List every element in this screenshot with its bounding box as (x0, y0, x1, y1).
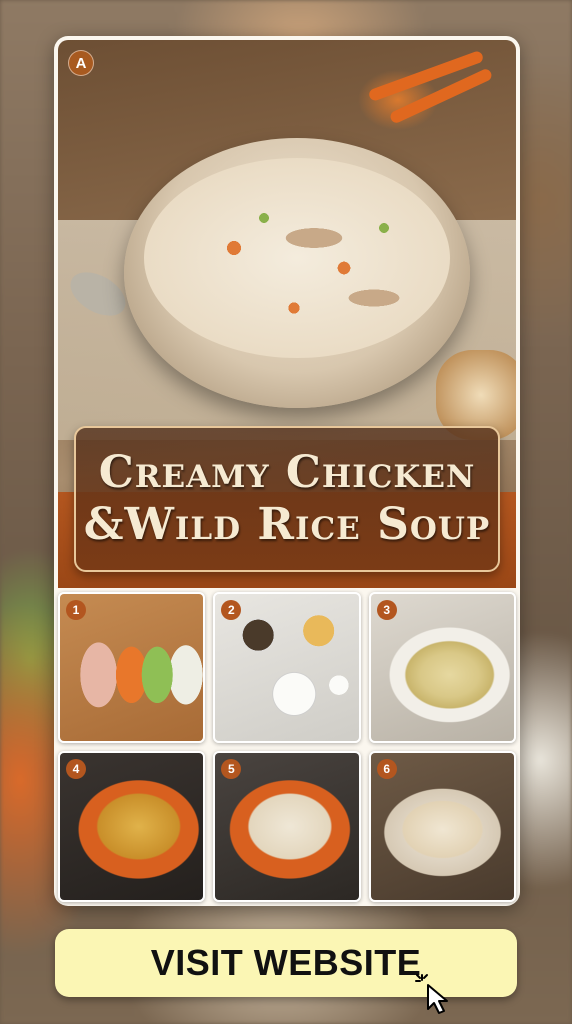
step-photo-5: 5 (213, 751, 361, 902)
step-number-badge: 6 (376, 759, 397, 779)
recipe-card: A Creamy Chicken &Wild Rice Soup 1 2 3 4… (54, 36, 520, 906)
step-photo-3: 3 (368, 592, 516, 743)
title-line-1: Creamy Chicken (98, 447, 476, 498)
pointer-cursor-icon (415, 974, 448, 1014)
title-line-2: &Wild Rice Soup (83, 499, 491, 550)
recipe-title: Creamy Chicken &Wild Rice Soup (74, 426, 500, 572)
visit-website-label: VISIT WEBSITE (150, 942, 422, 983)
step-photo-2: 2 (213, 592, 361, 743)
carrots-decoration (356, 49, 506, 125)
step-photo-6: 6 (368, 751, 516, 902)
step-photo-4: 4 (58, 751, 206, 902)
steps-grid: 1 2 3 4 5 6 (58, 592, 516, 902)
step-number-badge: 1 (66, 600, 86, 620)
step-number-badge: 3 (376, 600, 397, 620)
step-number-badge: 4 (66, 759, 86, 779)
hero-badge: A (68, 50, 94, 76)
step-photo-1: 1 (58, 592, 206, 743)
soup-contents (144, 158, 450, 358)
